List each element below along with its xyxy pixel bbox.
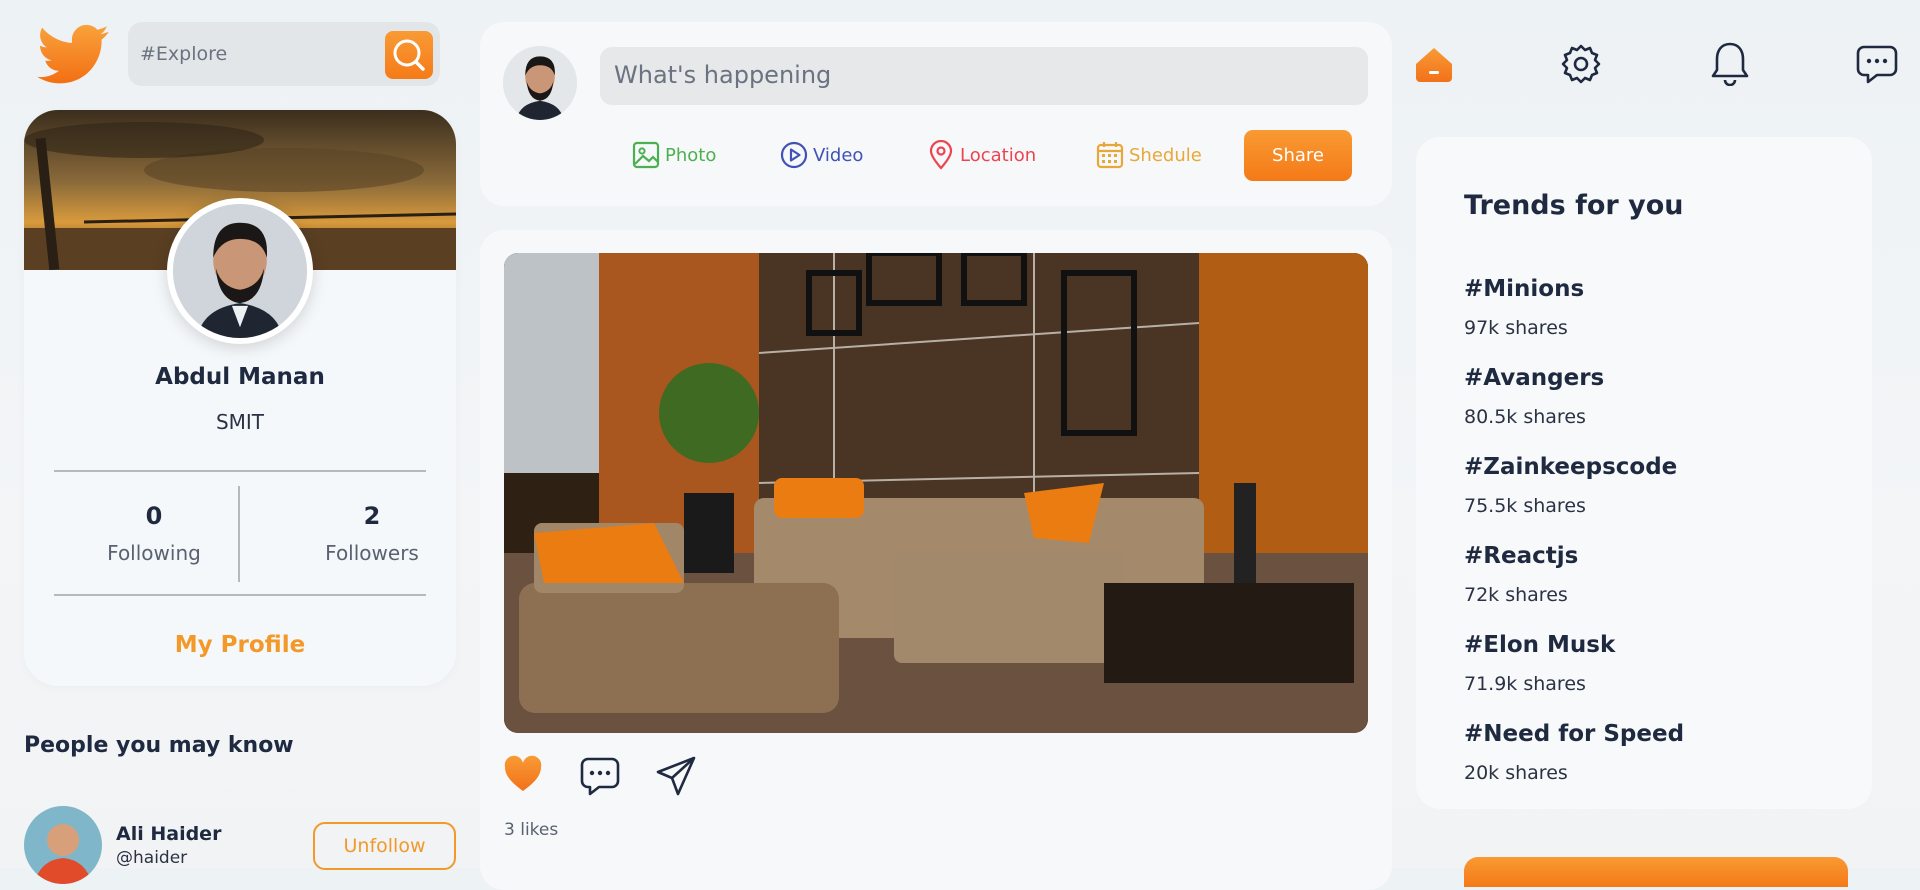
trend-item-tag[interactable]: #Avangers — [1464, 365, 1604, 391]
heart-icon[interactable] — [503, 755, 543, 795]
trend-item-shares: 80.5k shares — [1464, 406, 1586, 428]
person-avatar-icon — [173, 204, 307, 338]
suggestion-name: Ali Haider — [116, 823, 222, 845]
photo-option[interactable]: Photo — [631, 140, 716, 170]
trends-title: Trends for you — [1464, 190, 1684, 221]
likes-count: 3 likes — [504, 820, 559, 840]
followers-count: 2 — [363, 502, 381, 530]
person-avatar-icon — [503, 46, 577, 120]
trend-item-tag[interactable]: #Need for Speed — [1464, 721, 1684, 747]
comment-icon[interactable] — [579, 755, 621, 797]
people-you-may-know-title: People you may know — [24, 733, 294, 758]
following-count: 0 — [145, 502, 163, 530]
divider — [54, 594, 426, 596]
trend-item-tag[interactable]: #Minions — [1464, 276, 1584, 302]
photo-label: Photo — [665, 144, 717, 166]
schedule-label: Shedule — [1129, 144, 1202, 166]
location-option[interactable]: Location — [926, 140, 1036, 170]
my-profile-link[interactable]: My Profile — [24, 632, 456, 658]
whats-happening-input[interactable]: What's happening — [600, 47, 1368, 105]
composer-placeholder: What's happening — [614, 61, 832, 89]
profile-avatar[interactable] — [167, 198, 313, 344]
search-icon — [393, 39, 425, 71]
home-icon[interactable] — [1412, 42, 1456, 86]
photo-icon — [632, 141, 660, 169]
following-label[interactable]: Following — [64, 541, 244, 565]
trend-item-tag[interactable]: #Reactjs — [1464, 543, 1578, 569]
followers-label[interactable]: Followers — [282, 541, 456, 565]
profile-organization: SMIT — [215, 410, 265, 434]
trend-item-shares: 20k shares — [1464, 762, 1568, 784]
location-label: Location — [960, 144, 1037, 166]
unfollow-button[interactable]: Unfollow — [313, 822, 456, 870]
search-input[interactable] — [138, 42, 382, 66]
suggestion-avatar[interactable] — [24, 806, 102, 884]
video-icon — [780, 141, 808, 169]
trend-item-tag[interactable]: #Zainkeepscode — [1464, 454, 1677, 480]
location-icon — [929, 140, 953, 170]
calendar-icon — [1096, 142, 1124, 169]
gear-icon[interactable] — [1559, 42, 1603, 86]
trend-item-shares: 97k shares — [1464, 317, 1568, 339]
chat-icon[interactable] — [1855, 42, 1899, 86]
profile-card: Abdul Manan SMIT 0 Following 2 Followers… — [24, 110, 456, 686]
divider — [54, 470, 426, 472]
composer-avatar — [503, 46, 577, 120]
search-button[interactable] — [385, 31, 433, 79]
person-avatar-icon — [24, 806, 102, 884]
divider — [238, 486, 240, 582]
twitter-logo-icon[interactable] — [36, 18, 112, 90]
trend-item-shares: 71.9k shares — [1464, 673, 1586, 695]
video-label: Video — [813, 144, 864, 166]
living-room-image — [504, 253, 1368, 733]
post-image[interactable] — [504, 253, 1368, 733]
video-option[interactable]: Video — [779, 140, 863, 170]
trend-item-tag[interactable]: #Elon Musk — [1464, 632, 1615, 658]
bell-icon[interactable] — [1707, 40, 1753, 86]
send-icon[interactable] — [655, 755, 697, 797]
share-button[interactable]: Share — [1244, 130, 1352, 181]
schedule-option[interactable]: Shedule — [1095, 140, 1202, 170]
profile-name: Abdul Manan — [155, 364, 325, 390]
suggestion-handle: @haider — [116, 848, 188, 868]
trend-item-shares: 72k shares — [1464, 584, 1568, 606]
trend-item-shares: 75.5k shares — [1464, 495, 1586, 517]
trends-action-button[interactable] — [1464, 857, 1848, 887]
